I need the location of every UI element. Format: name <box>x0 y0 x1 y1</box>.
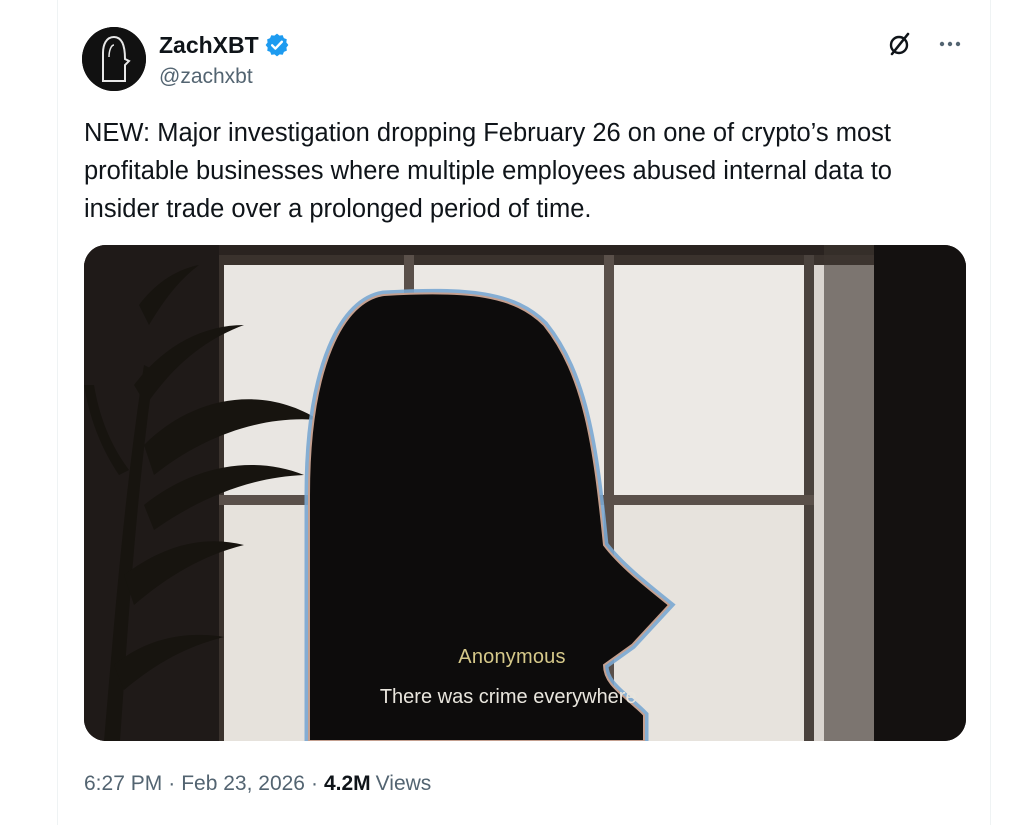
views-label[interactable]: Views <box>376 770 432 798</box>
tweet-date[interactable]: Feb 23, 2026 <box>181 770 305 798</box>
tweet-text: NEW: Major investigation dropping Februa… <box>84 119 892 223</box>
author-name-row[interactable]: ZachXBT <box>159 30 290 60</box>
caption-line: There was crime everywhere. <box>379 686 643 708</box>
author-name[interactable]: ZachXBT <box>159 30 259 60</box>
header-actions <box>884 28 966 60</box>
tweet-time[interactable]: 6:27 PM <box>84 770 162 798</box>
hooded-figure-avatar-icon <box>82 27 146 91</box>
tweet-media-image[interactable]: Anonymous There was crime everywhere. <box>84 245 966 741</box>
verified-badge-icon[interactable] <box>264 32 290 58</box>
tweet-card: ZachXBT @zachxbt NEW: Major investigatio… <box>57 0 991 825</box>
avatar[interactable] <box>82 27 146 91</box>
caption-speaker: Anonymous <box>458 646 566 668</box>
more-dots-icon[interactable] <box>934 28 966 60</box>
tweet-meta: 6:27 PM · Feb 23, 2026 · 4.2M Views <box>84 770 431 798</box>
grok-slash-icon[interactable] <box>884 28 916 60</box>
meta-separator: · <box>168 772 176 795</box>
meta-separator: · <box>310 772 318 795</box>
author-handle[interactable]: @zachxbt <box>159 63 253 91</box>
views-count[interactable]: 4.2M <box>324 770 371 798</box>
